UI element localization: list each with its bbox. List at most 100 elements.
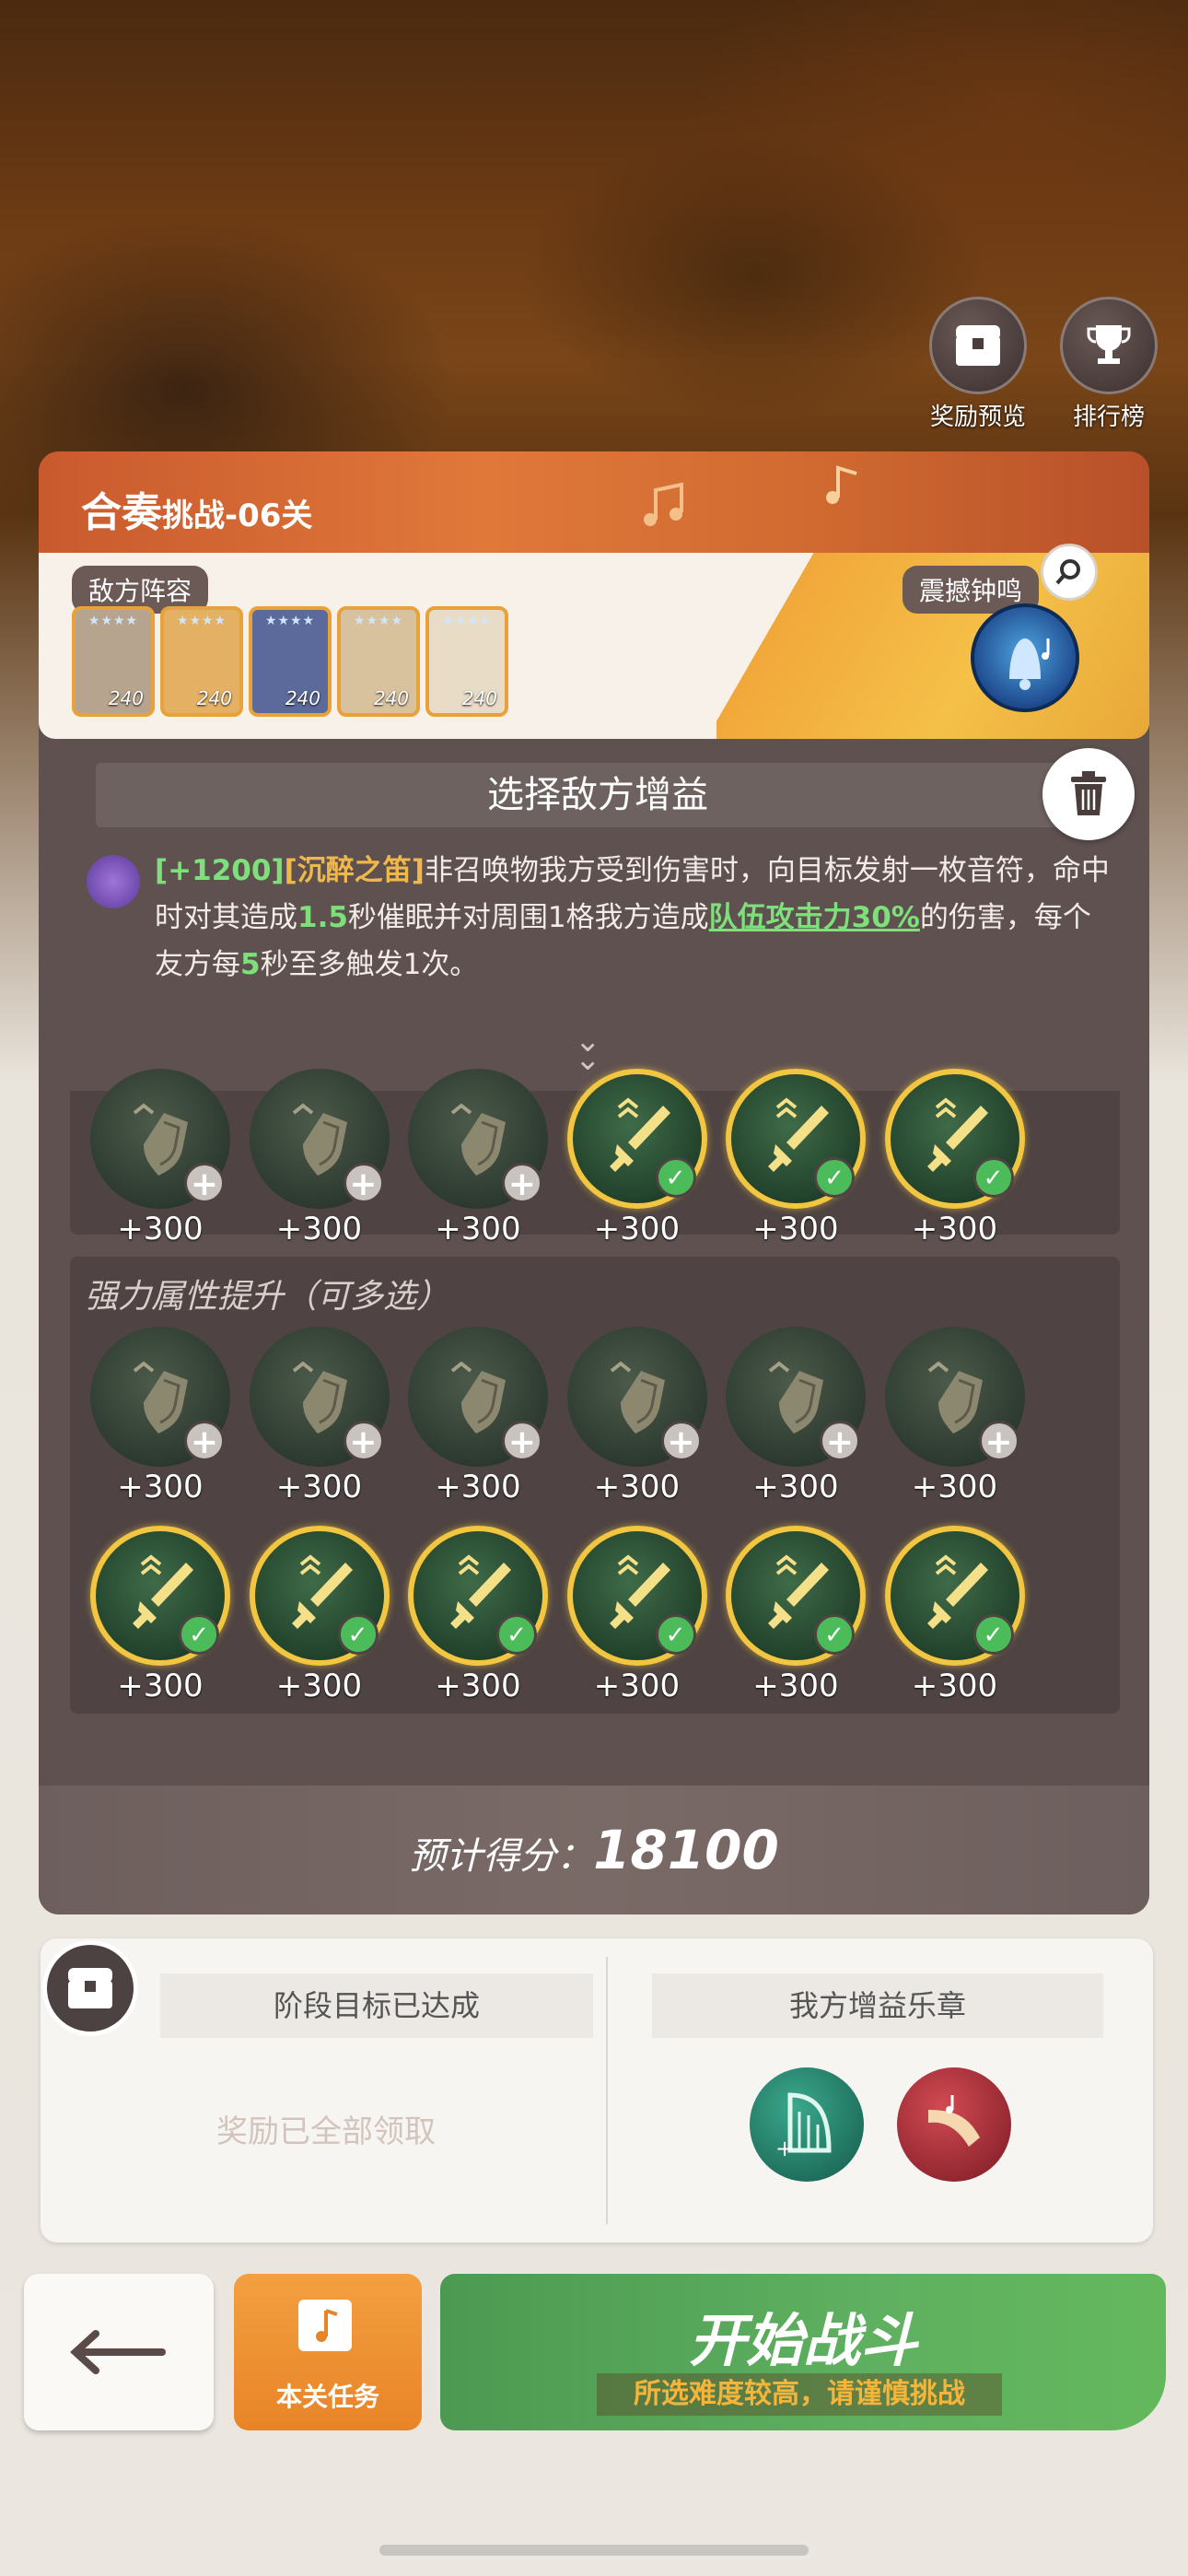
buff-option[interactable]: + +300 — [404, 1327, 552, 1505]
check-icon: ✓ — [973, 1614, 1014, 1655]
buff-option[interactable]: ✓ +300 — [246, 1526, 393, 1704]
buff-value: +300 — [275, 1211, 363, 1247]
bell-boss-icon[interactable] — [971, 603, 1079, 712]
buff-option[interactable]: ✓ +300 — [404, 1526, 552, 1704]
buff-value: +300 — [752, 1668, 839, 1704]
buff-value: +300 — [275, 1469, 363, 1505]
start-battle-label: 开始战斗 — [688, 2307, 917, 2374]
buff-value: +300 — [435, 1469, 521, 1505]
buff-option[interactable]: ✓ +300 — [722, 1526, 869, 1704]
buff-option[interactable]: + +300 — [87, 1069, 234, 1247]
shield-icon: + — [249, 1327, 390, 1467]
plus-icon: + — [343, 1163, 384, 1203]
check-icon: ✓ — [655, 1157, 696, 1198]
our-buff-title: 我方增益乐章 — [652, 1973, 1103, 2038]
buff-value: +300 — [593, 1668, 681, 1704]
buff-value: +300 — [435, 1668, 521, 1704]
check-icon: ✓ — [973, 1157, 1014, 1198]
plus-icon: + — [343, 1421, 384, 1461]
stage-info-card: 阶段目标已达成 奖励已全部领取 我方增益乐章 + — [41, 1938, 1153, 2242]
desc-bonus: [+1200] — [155, 854, 285, 887]
buff-option[interactable]: ✓ +300 — [881, 1069, 1029, 1247]
buff-value: +300 — [593, 1469, 681, 1505]
shield-icon: + — [408, 1327, 548, 1467]
challenge-panel: 合奏挑战-06关 敌方阵容 震撼钟鸣 ★★★★ 240 ★★★★ 240 ★★★★ 2… — [39, 451, 1149, 1914]
buff-option[interactable]: + +300 — [404, 1069, 552, 1247]
chest-icon — [929, 297, 1027, 394]
back-button[interactable] — [24, 2274, 214, 2430]
sword-icon: ✓ — [566, 1069, 707, 1209]
title-sub: 挑战-06关 — [162, 498, 313, 534]
strong-attribute-section: 强力属性提升（可多选） + +300 + +300 + +300 + +300 + +300 + +3… — [70, 1257, 1120, 1714]
start-battle-button[interactable]: 开始战斗 所选难度较高，请谨慎挑战 — [440, 2274, 1166, 2430]
plus-icon: + — [820, 1421, 860, 1461]
buff-option[interactable]: + +300 — [87, 1327, 234, 1505]
sword-icon: ✓ — [726, 1069, 866, 1209]
home-indicator[interactable] — [379, 2545, 809, 2556]
reward-preview-label: 奖励预览 — [929, 404, 1026, 431]
search-button[interactable] — [1041, 544, 1098, 601]
desc-value: 5 — [240, 948, 261, 981]
trophy-icon — [1060, 297, 1158, 394]
leaderboard-button[interactable]: 排行榜 — [1054, 297, 1164, 431]
buff-option[interactable]: + +300 — [564, 1327, 711, 1505]
enemy-hero-1[interactable]: ★★★★ 240 — [72, 606, 155, 717]
music-note-icon — [644, 482, 683, 526]
desc-value: 1 — [402, 948, 422, 981]
star-icons: ★★★★ — [441, 614, 493, 628]
buff-option[interactable]: ✓ +300 — [881, 1526, 1029, 1704]
stage-tasks-label: 本关任务 — [275, 2382, 379, 2412]
desc-name: [沉醉之笛] — [284, 854, 425, 887]
score-label: 预计得分： — [409, 1835, 594, 1878]
desc-text: 秒至多触发 — [260, 948, 403, 981]
buff-option[interactable]: + +300 — [881, 1327, 1029, 1505]
plus-icon: + — [184, 1421, 225, 1461]
scroll-note-icon — [298, 2300, 352, 2351]
horn-icon[interactable] — [897, 2067, 1011, 2182]
star-icons: ★★★★ — [264, 614, 316, 628]
enemy-hero-3[interactable]: ★★★★ 240 — [249, 606, 332, 717]
buff-value: +300 — [752, 1469, 839, 1505]
enemy-hero-5[interactable]: ★★★★ 240 — [425, 606, 508, 717]
enemy-hero-2[interactable]: ★★★★ 240 — [160, 606, 243, 717]
title-main: 合奏 — [81, 489, 162, 536]
shield-icon: + — [726, 1327, 866, 1467]
sword-icon: ✓ — [884, 1069, 1025, 1209]
buff-option[interactable]: ✓ +300 — [722, 1069, 869, 1247]
shield-icon: + — [408, 1069, 548, 1209]
back-arrow-icon — [70, 2330, 166, 2374]
trash-icon — [1071, 771, 1106, 815]
hero-level: 240 — [108, 687, 144, 709]
check-icon: ✓ — [337, 1614, 379, 1655]
sword-icon: ✓ — [90, 1526, 230, 1666]
harp-icon[interactable]: + — [750, 2067, 864, 2182]
buff-list[interactable]: + +300 + +300 + +300 ✓ +300 ✓ +300 ✓ +300 强力属性提升（可多… — [70, 1069, 1120, 1714]
stage-tasks-button[interactable]: 本关任务 — [234, 2274, 422, 2430]
hero-level: 240 — [461, 687, 497, 709]
clear-button[interactable] — [1042, 748, 1135, 840]
buff-option[interactable]: ✓ +300 — [87, 1526, 234, 1704]
buff-option[interactable]: + +300 — [246, 1327, 393, 1505]
chevron-down-icon[interactable]: ⌄ ⌄ — [575, 1025, 601, 1075]
buff-option[interactable]: ✓ +300 — [564, 1526, 711, 1704]
buff-option[interactable]: ✓ +300 — [564, 1069, 711, 1247]
plus-icon: + — [978, 1421, 1019, 1461]
enemy-hero-4[interactable]: ★★★★ 240 — [337, 606, 420, 717]
leaderboard-label: 排行榜 — [1072, 404, 1145, 431]
buff-value: +300 — [117, 1469, 204, 1505]
stage-goal-title: 阶段目标已达成 — [160, 1973, 593, 2038]
desc-value: 1 — [547, 901, 566, 934]
buff-option[interactable]: + +300 — [722, 1327, 869, 1505]
sword-icon: ✓ — [566, 1526, 707, 1666]
plus-icon: + — [502, 1163, 542, 1203]
desc-text: 秒催眠并对周围 — [347, 901, 548, 934]
buff-option[interactable]: + +300 — [246, 1069, 393, 1247]
score-value: 18100 — [593, 1819, 779, 1881]
music-note-icon — [826, 465, 857, 504]
hero-level: 240 — [285, 687, 320, 709]
reward-preview-button[interactable]: 奖励预览 — [923, 297, 1033, 431]
buff-value: +300 — [435, 1211, 521, 1247]
star-icons: ★★★★ — [353, 614, 404, 628]
desc-link[interactable]: 队伍攻击力30% — [709, 901, 920, 934]
sword-icon: ✓ — [249, 1526, 390, 1666]
